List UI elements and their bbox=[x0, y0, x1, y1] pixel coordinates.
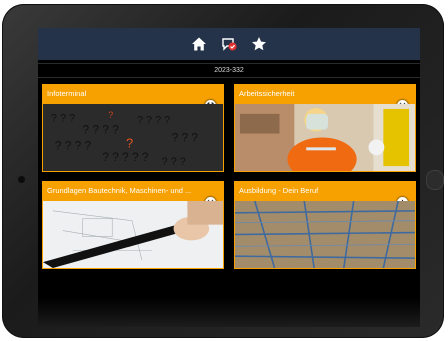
tile-title: Infoterminal bbox=[42, 84, 224, 104]
tile-grundlagen-bautechnik[interactable]: Grundlagen Bautechnik, Maschinen- und ..… bbox=[42, 181, 224, 269]
svg-text:? ? ? ?: ? ? ? ? bbox=[83, 123, 120, 137]
tablet-camera bbox=[18, 176, 25, 183]
screen-reflection bbox=[38, 298, 420, 327]
svg-text:? ? ? ?: ? ? ? ? bbox=[55, 138, 92, 152]
svg-text:?: ? bbox=[126, 135, 133, 150]
svg-text:? ? ?: ? ? ? bbox=[51, 113, 75, 125]
technical-drawing-image bbox=[42, 201, 224, 269]
worker-safety-image bbox=[234, 104, 416, 172]
svg-text:? ? ?: ? ? ? bbox=[162, 156, 186, 168]
tablet-home-button[interactable] bbox=[426, 170, 444, 190]
svg-text:?: ? bbox=[108, 110, 113, 120]
star-icon[interactable] bbox=[250, 35, 268, 53]
tile-title: Grundlagen Bautechnik, Maschinen- und ..… bbox=[42, 181, 224, 201]
dark-question-marks-image: ? ? ? ? ? ? ? ? ? ? ? ? ? ? ? ? ? ? ? ? … bbox=[42, 104, 224, 172]
top-nav-bar bbox=[38, 28, 420, 60]
tablet-frame: 2023-332 Infoterminal ? ? ? ? ? ? ? ? ? … bbox=[2, 4, 444, 338]
svg-text:? ? ?: ? ? ? bbox=[172, 130, 199, 144]
svg-text:? ? ? ? ?: ? ? ? ? ? bbox=[102, 150, 149, 164]
chat-check-icon[interactable] bbox=[220, 35, 238, 53]
tile-infoterminal[interactable]: Infoterminal ? ? ? ? ? ? ? ? ? ? ? ? ? ?… bbox=[42, 84, 224, 172]
rebar-construction-image bbox=[234, 201, 416, 269]
app-screen: 2023-332 Infoterminal ? ? ? ? ? ? ? ? ? … bbox=[38, 28, 420, 327]
tile-title: Arbeitssicherheit bbox=[234, 84, 416, 104]
tile-arbeitssicherheit[interactable]: Arbeitssicherheit bbox=[234, 84, 416, 172]
date-code-bar: 2023-332 bbox=[38, 63, 420, 78]
home-icon[interactable] bbox=[190, 35, 208, 53]
tile-ausbildung[interactable]: Ausbildung - Dein Beruf bbox=[234, 181, 416, 269]
tile-title: Ausbildung - Dein Beruf bbox=[234, 181, 416, 201]
svg-text:? ? ? ?: ? ? ? ? bbox=[137, 115, 170, 127]
